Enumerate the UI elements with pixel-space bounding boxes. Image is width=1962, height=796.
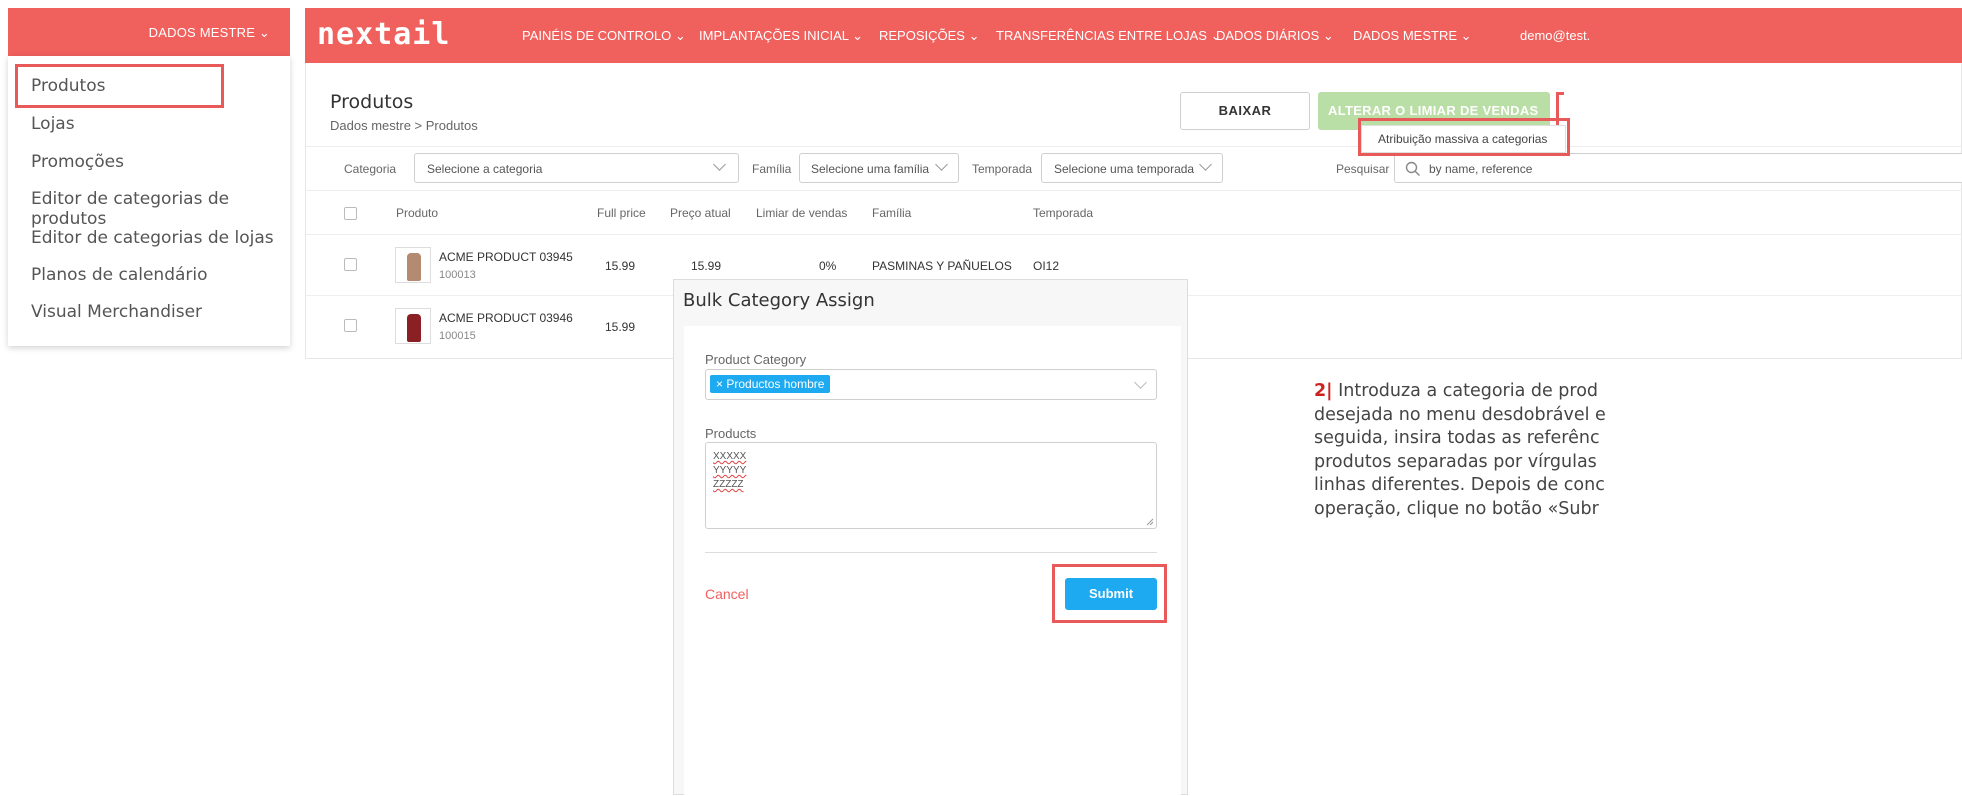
season-cell: OI12 xyxy=(1033,259,1060,273)
instruction-text: 2| Introduza a categoria de prod desejad… xyxy=(1314,380,1962,521)
menu-item-product-category-editor[interactable]: Editor de categorias de produtos xyxy=(31,189,290,229)
divider xyxy=(306,234,1962,235)
chevron-down-icon: ⌄ xyxy=(1460,28,1472,43)
nav-initial-allocations[interactable]: IMPLANTAÇÕES INICIAL ⌄ xyxy=(699,28,863,44)
selected-category-tag[interactable]: × Productos hombre xyxy=(710,375,831,393)
chevron-down-icon xyxy=(935,158,948,171)
products-label: Products xyxy=(705,426,757,441)
product-name[interactable]: ACME PRODUCT 03945 xyxy=(439,250,573,264)
search-input[interactable]: by name, reference xyxy=(1394,153,1962,183)
instruction-line: desejada no menu desdobrável e xyxy=(1314,404,1606,425)
season-filter-label: Temporada xyxy=(972,162,1033,176)
instruction-line: operação, clique no botão «Subr xyxy=(1314,498,1599,519)
breadcrumb[interactable]: Dados mestre > Produtos xyxy=(330,118,478,133)
highlight-products-item xyxy=(15,64,224,108)
chevron-down-icon xyxy=(1199,158,1212,171)
top-navbar: nextail PAINÉIS DE CONTROLO ⌄ IMPLANTAÇÕ… xyxy=(305,8,1962,63)
threshold-cell: 0% xyxy=(819,259,837,273)
chevron-down-icon: ⌄ xyxy=(258,25,270,40)
chevron-down-icon: ⌄ xyxy=(968,28,980,43)
remove-tag-icon[interactable]: × xyxy=(716,377,723,391)
nav-store-transfers[interactable]: TRANSFERÊNCIAS ENTRE LOJAS ⌄ xyxy=(996,28,1221,44)
nav-daily-data[interactable]: DADOS DIÁRIOS ⌄ xyxy=(1216,28,1334,44)
product-category-select[interactable]: × Productos hombre xyxy=(705,369,1157,400)
family-filter-label: Família xyxy=(752,162,792,176)
user-menu[interactable]: demo@test. xyxy=(1520,28,1590,43)
full-price-cell: 15.99 xyxy=(605,259,636,273)
column-header-sales-threshold[interactable]: Limiar de vendas xyxy=(756,206,847,220)
instruction-line: Introduza a categoria de prod xyxy=(1332,381,1599,401)
instruction-line: produtos separadas por vírgulas xyxy=(1314,451,1597,472)
instruction-line: linhas diferentes. Depois de conc xyxy=(1314,475,1605,495)
category-select[interactable]: Selecione a categoria xyxy=(414,153,739,183)
nav-dashboards[interactable]: PAINÉIS DE CONTROLO ⌄ xyxy=(522,28,686,44)
menu-item-store-category-editor[interactable]: Editor de categorias de lojas xyxy=(31,228,274,248)
chevron-down-icon: ⌄ xyxy=(1322,28,1334,43)
column-header-family[interactable]: Família xyxy=(872,206,911,220)
select-all-checkbox[interactable] xyxy=(344,207,357,220)
column-header-full-price[interactable]: Full price xyxy=(597,206,646,220)
download-button[interactable]: BAIXAR xyxy=(1180,92,1310,130)
menu-item-stores[interactable]: Lojas xyxy=(31,114,75,134)
nav-replenishments[interactable]: REPOSIÇÕES ⌄ xyxy=(879,28,980,44)
product-thumbnail xyxy=(395,308,431,344)
master-data-nav-label: DADOS MESTRE xyxy=(148,25,256,40)
product-reference: 100013 xyxy=(439,269,476,281)
menu-item-promotions[interactable]: Promoções xyxy=(31,152,124,172)
family-cell: PASMINAS Y PAÑUELOS xyxy=(872,259,1012,273)
highlight-bulk-assign-item xyxy=(1358,118,1570,156)
product-reference: 100015 xyxy=(439,330,476,342)
cancel-button[interactable]: Cancel xyxy=(705,586,749,602)
menu-item-visual-merchandiser[interactable]: Visual Merchandiser xyxy=(31,302,202,322)
current-price-cell: 15.99 xyxy=(691,259,722,273)
divider xyxy=(306,146,1962,147)
chevron-down-icon xyxy=(713,158,726,171)
category-filter-label: Categoria xyxy=(344,162,397,176)
column-header-product[interactable]: Produto xyxy=(396,206,438,220)
search-label: Pesquisar xyxy=(1336,162,1390,176)
column-header-current-price[interactable]: Preço atual xyxy=(670,206,731,220)
product-ref-line: XXXXX xyxy=(713,451,747,462)
divider xyxy=(306,190,1962,191)
season-select[interactable]: Selecione uma temporada xyxy=(1041,153,1223,183)
modal-title: Bulk Category Assign xyxy=(683,290,875,311)
nav-master-data[interactable]: DADOS MESTRE ⌄ xyxy=(1353,28,1472,44)
page-title: Produtos xyxy=(330,91,414,113)
column-header-season[interactable]: Temporada xyxy=(1033,206,1093,220)
chevron-down-icon: ⌄ xyxy=(852,28,864,43)
master-data-nav-trigger[interactable]: DADOS MESTRE ⌄ xyxy=(8,8,290,56)
full-price-cell: 15.99 xyxy=(605,320,636,334)
product-name[interactable]: ACME PRODUCT 03946 xyxy=(439,311,573,325)
divider xyxy=(705,552,1157,553)
row-checkbox[interactable] xyxy=(344,319,357,332)
family-select[interactable]: Selecione uma família xyxy=(799,153,959,183)
row-checkbox[interactable] xyxy=(344,258,357,271)
chevron-down-icon xyxy=(1134,376,1147,389)
bulk-category-assign-modal: Bulk Category Assign Product Category × … xyxy=(673,279,1188,796)
menu-item-calendar-plans[interactable]: Planos de calendário xyxy=(31,265,208,285)
highlight-submit-button xyxy=(1052,564,1167,623)
modal-body: Product Category × Productos hombre Prod… xyxy=(684,326,1181,796)
product-category-label: Product Category xyxy=(705,352,807,367)
step-number: 2| xyxy=(1314,381,1333,401)
product-ref-line: ZZZZZ xyxy=(713,479,744,490)
chevron-down-icon: ⌄ xyxy=(674,28,686,43)
product-thumbnail xyxy=(395,247,431,283)
product-ref-line: YYYYY xyxy=(713,465,747,476)
resize-handle-icon[interactable] xyxy=(1146,518,1154,526)
instruction-line: seguida, insira todas as referênc xyxy=(1314,428,1600,448)
nextail-logo[interactable]: nextail xyxy=(317,17,450,52)
products-textarea[interactable]: XXXXX YYYYY ZZZZZ xyxy=(705,442,1157,529)
search-icon xyxy=(1405,161,1420,176)
